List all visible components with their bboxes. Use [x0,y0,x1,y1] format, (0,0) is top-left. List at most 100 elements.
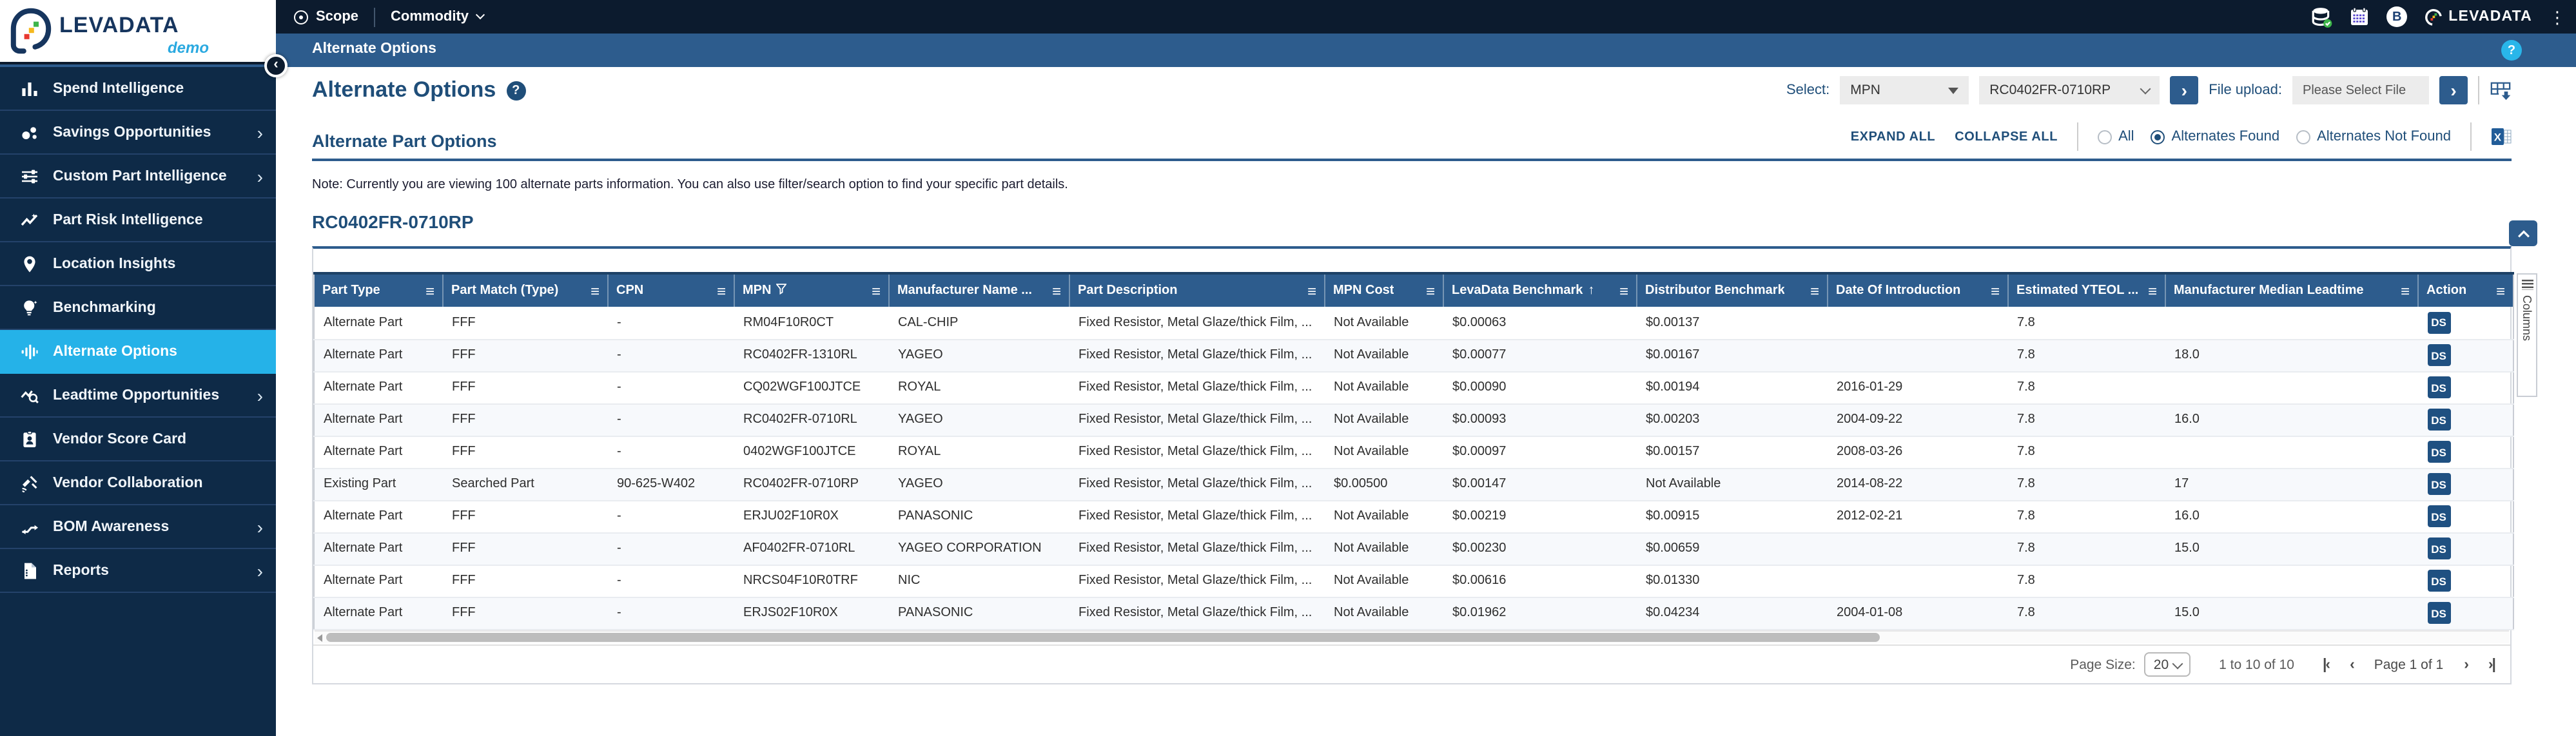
sidebar-item-savings-opportunities[interactable]: Savings Opportunities › [0,111,276,155]
file-upload-input[interactable]: Please Select File [2292,76,2429,104]
cell-distributor[interactable]: $0.00167 [1637,339,1828,372]
ds-button[interactable]: DS [2427,537,2450,559]
column-header-distributor-benchmark[interactable]: Distributor Benchmark ≡ [1637,272,1828,307]
column-header-part-match-type[interactable]: Part Match (Type) ≡ [443,272,609,307]
calendar-icon[interactable] [2349,6,2370,27]
filter-funnel-icon[interactable] [776,283,788,298]
ds-button[interactable]: DS [2427,505,2450,527]
cell-distributor[interactable]: $0.00157 [1637,436,1828,469]
column-header-levadata-benchmark[interactable]: LevaData Benchmark ↑ ≡ [1443,272,1637,307]
prev-page-button[interactable]: ‹ [2350,657,2355,672]
scrollbar-thumb[interactable] [326,633,1880,642]
title-help-icon[interactable]: ? [506,81,526,100]
column-menu-icon[interactable]: ≡ [2148,282,2157,300]
ds-button[interactable]: DS [2427,344,2450,366]
select-type-dropdown[interactable]: MPN [1840,76,1969,104]
column-header-mpn-cost[interactable]: MPN Cost ≡ [1325,272,1444,307]
columns-tab[interactable]: Columns [2517,273,2537,397]
column-menu-icon[interactable]: ≡ [1426,282,1435,300]
sidebar-item-benchmarking[interactable]: Benchmarking [0,286,276,330]
ds-button[interactable]: DS [2427,376,2450,398]
radio-all[interactable]: All [2098,129,2134,144]
ds-button[interactable]: DS [2427,473,2450,495]
column-header-date-of-introduction[interactable]: Date Of Introduction ≡ [1828,272,2009,307]
sidebar-item-vendor-collaboration[interactable]: Vendor Collaboration [0,461,276,505]
next-page-button[interactable]: › [2464,657,2469,672]
column-menu-icon[interactable]: ≡ [717,282,726,300]
column-header-action[interactable]: Action ≡ [2418,272,2513,307]
column-header-manufacturer-median-leadtime[interactable]: Manufacturer Median Leadtime ≡ [2165,272,2419,307]
column-header-cpn[interactable]: CPN ≡ [608,272,735,307]
radio-group: All Alternates Found Alternates Not Found [2098,129,2451,144]
column-header-mpn[interactable]: MPN ≡ [734,272,890,307]
file-upload-button[interactable]: › [2439,76,2468,104]
expand-all-button[interactable]: EXPAND ALL [1851,130,1936,144]
panel-collapse-button[interactable] [2509,220,2537,246]
column-menu-icon[interactable]: ≡ [1052,282,1061,300]
part-number-dropdown[interactable]: RC0402FR-0710RP [1979,76,2160,104]
sidebar-item-alternate-options[interactable]: Alternate Options [0,330,276,374]
cell-distributor[interactable]: $0.00915 [1637,500,1828,533]
cell-part_type: Alternate Part [314,339,443,372]
cell-distributor[interactable]: $0.00203 [1637,403,1828,436]
radio-alternates-found[interactable]: Alternates Found [2151,129,2279,144]
sidebar-item-spend-intelligence[interactable]: Spend Intelligence [0,67,276,111]
column-menu-icon[interactable]: ≡ [2401,282,2410,300]
ds-button[interactable]: DS [2427,570,2450,592]
column-header-manufacturer-name[interactable]: Manufacturer Name ... ≡ [889,272,1070,307]
sidebar-item-bom-awareness[interactable]: BOM Awareness › [0,505,276,549]
ds-button[interactable]: DS [2427,409,2450,431]
column-menu-icon[interactable]: ≡ [1307,282,1316,300]
cell-levadata: $0.00063 [1443,307,1637,340]
sidebar-item-part-risk-intelligence[interactable]: Part Risk Intelligence [0,199,276,242]
column-menu-icon[interactable]: ≡ [1810,282,1819,300]
cell-action: DS [2418,597,2513,630]
column-menu-icon[interactable]: ≡ [1619,282,1628,300]
sidebar-item-location-insights[interactable]: Location Insights [0,242,276,286]
sidebar-item-reports[interactable]: Reports › [0,549,276,593]
cell-date_intro [1828,307,2008,340]
scope-button[interactable]: Scope [294,9,358,24]
ds-button[interactable]: DS [2427,602,2450,624]
sidebar-item-vendor-score-card[interactable]: Vendor Score Card [0,418,276,461]
cell-levadata: $0.00219 [1443,500,1637,533]
column-menu-icon[interactable]: ≡ [2496,282,2505,300]
cell-distributor[interactable]: $0.00137 [1637,307,1828,340]
column-header-estimated-yteol[interactable]: Estimated YTEOL ... ≡ [2008,272,2166,307]
kebab-menu-icon[interactable]: ⋮ [2549,8,2566,25]
ds-button[interactable]: DS [2427,441,2450,463]
first-page-button[interactable]: |‹ [2323,657,2330,672]
column-header-part-type[interactable]: Part Type ≡ [314,272,444,307]
export-grid-button[interactable] [2490,79,2512,101]
column-menu-icon[interactable]: ≡ [872,282,881,300]
cell-distributor[interactable]: $0.00194 [1637,371,1828,404]
cell-distributor[interactable]: $0.04234 [1637,597,1828,630]
cell-date_intro: 2012-02-21 [1828,500,2008,533]
page-size-select[interactable]: 20 [2144,652,2191,677]
sidebar-item-leadtime-opportunities[interactable]: Leadtime Opportunities › [0,374,276,418]
table-row: Alternate Part FFF -0402WGF100JTCE ROYAL Fix… [314,436,2513,469]
collapse-all-button[interactable]: COLLAPSE ALL [1955,130,2058,144]
database-status-icon[interactable] [2310,6,2332,28]
horizontal-scrollbar[interactable] [315,630,2509,643]
cell-mpn: ERJU02F10R0X [734,500,889,533]
user-avatar[interactable]: B [2386,6,2408,27]
cell-distributor[interactable]: $0.00659 [1637,532,1828,565]
column-header-part-description[interactable]: Part Description ≡ [1069,272,1325,307]
part-search-button[interactable]: › [2170,76,2199,104]
scroll-left-icon[interactable] [317,634,322,642]
column-menu-icon[interactable]: ≡ [590,282,600,300]
excel-export-button[interactable]: X [2491,126,2512,147]
sidebar-item-custom-part-intelligence[interactable]: Custom Part Intelligence › [0,155,276,199]
controls-divider [2478,76,2479,104]
ds-button[interactable]: DS [2427,311,2450,334]
radio-alternates-not-found[interactable]: Alternates Not Found [2296,129,2451,144]
lightbulb-icon [19,298,40,317]
last-page-button[interactable]: ›| [2488,657,2496,672]
sidebar-collapse-button[interactable]: ‹ [264,54,288,77]
commodity-dropdown[interactable]: Commodity [391,9,485,24]
cell-distributor[interactable]: $0.01330 [1637,565,1828,597]
column-menu-icon[interactable]: ≡ [425,282,434,300]
column-menu-icon[interactable]: ≡ [1991,282,2000,300]
help-button[interactable]: ? [2501,40,2522,61]
